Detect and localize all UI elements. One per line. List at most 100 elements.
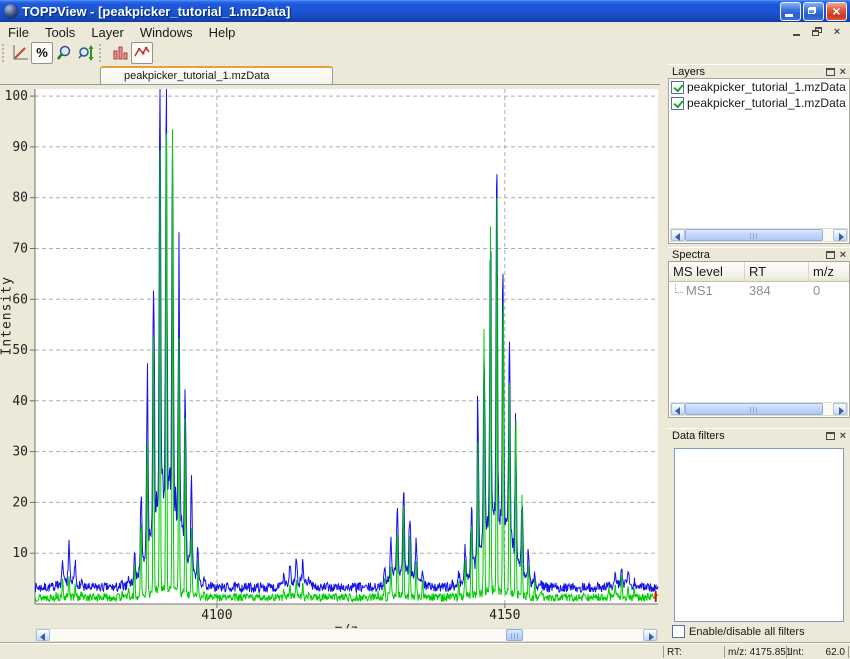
spectra-float-icon[interactable] xyxy=(826,251,835,259)
layers-close-icon[interactable]: × xyxy=(840,67,846,77)
status-int-value: 62.0 xyxy=(826,647,845,658)
scrollbar-grip xyxy=(511,633,519,639)
arrow-right-icon xyxy=(839,233,844,241)
status-mz: m/z: 4175.851 xyxy=(724,646,786,658)
mdi-restore-icon xyxy=(812,27,822,36)
percentage-mode-button[interactable]: % xyxy=(31,42,53,64)
menu-windows[interactable]: Windows xyxy=(132,23,201,42)
show-peaks-button[interactable] xyxy=(109,42,131,64)
spectra-table-header: MS level RT m/z xyxy=(669,262,849,282)
enable-filters-checkbox[interactable] xyxy=(672,625,685,638)
scrollbar-grip xyxy=(750,233,758,239)
scrollbar-grip xyxy=(750,407,758,413)
cell-ms-level: MS1 xyxy=(686,283,713,298)
cell-mz: 0 xyxy=(813,283,820,298)
close-icon: × xyxy=(827,3,846,20)
status-bar: RT: m/z: 4175.851 Int: 62.0 xyxy=(0,643,850,659)
layers-panel-title: Layers xyxy=(672,66,705,78)
svg-text:10: 10 xyxy=(12,546,28,561)
plot-scrollbar-thumb[interactable] xyxy=(506,629,523,641)
layers-panel-body: peakpicker_tutorial_1.mzData peakpicker_… xyxy=(668,78,850,244)
scroll-left-button[interactable] xyxy=(671,229,685,241)
scroll-right-button[interactable] xyxy=(833,229,847,241)
spectra-panel-title: Spectra xyxy=(672,249,710,261)
column-ms-level[interactable]: MS level xyxy=(669,262,745,282)
data-filters-list[interactable] xyxy=(674,448,844,622)
svg-text:4100: 4100 xyxy=(201,608,232,623)
scroll-left-button[interactable] xyxy=(671,403,685,415)
axes-diagonal-line-icon xyxy=(11,44,29,62)
layers-float-icon[interactable] xyxy=(826,68,835,76)
scroll-right-button[interactable] xyxy=(643,629,657,641)
scroll-left-button[interactable] xyxy=(36,629,50,641)
cell-rt: 384 xyxy=(749,283,771,298)
table-row[interactable]: MS1 384 0 xyxy=(669,282,849,298)
close-button[interactable]: × xyxy=(826,2,847,21)
plot-scrollbar-track[interactable] xyxy=(50,629,643,641)
arrow-left-icon xyxy=(675,233,680,241)
mdi-close-button[interactable]: × xyxy=(830,26,844,38)
magnifier-icon xyxy=(55,44,73,62)
status-rt: RT: xyxy=(663,646,724,658)
app-icon xyxy=(4,4,18,18)
svg-text:30: 30 xyxy=(12,445,28,460)
spectra-panel-body: MS level RT m/z MS1 384 0 xyxy=(668,261,850,418)
status-mz-value: m/z: 4175.851 xyxy=(728,647,791,658)
minimize-button[interactable] xyxy=(780,2,801,21)
svg-text:%: % xyxy=(36,45,48,60)
spectra-scrollbar-thumb[interactable] xyxy=(685,403,823,415)
svg-text:50: 50 xyxy=(12,343,28,358)
check-icon xyxy=(673,97,683,108)
svg-text:100: 100 xyxy=(5,89,28,104)
mdi-close-icon: × xyxy=(830,26,844,38)
show-raw-data-button[interactable] xyxy=(131,42,153,64)
spectra-close-icon[interactable]: × xyxy=(840,250,846,260)
menu-layer[interactable]: Layer xyxy=(83,23,132,42)
reset-zoom-button[interactable] xyxy=(9,42,31,64)
layers-scrollbar-thumb[interactable] xyxy=(685,229,823,241)
data-filters-float-icon[interactable] xyxy=(826,432,835,440)
layer-item[interactable]: peakpicker_tutorial_1.mzData (Bas xyxy=(669,95,849,111)
plot-horizontal-scrollbar[interactable] xyxy=(35,628,658,642)
minimize-icon xyxy=(785,14,793,17)
data-filters-close-icon[interactable]: × xyxy=(840,431,846,441)
layer-checkbox[interactable] xyxy=(671,97,684,110)
dock-panels: Layers × peakpicker_tutorial_1.mzData pe… xyxy=(668,64,850,643)
restore-icon xyxy=(808,7,816,14)
menu-tools[interactable]: Tools xyxy=(37,23,83,42)
svg-text:40: 40 xyxy=(12,394,28,409)
zoom-stack-button[interactable] xyxy=(75,42,97,64)
spectra-panel-titlebar: Spectra × xyxy=(668,247,850,261)
bar-chart-icon xyxy=(111,44,129,62)
enable-filters-row: Enable/disable all filters xyxy=(672,625,805,638)
scroll-right-button[interactable] xyxy=(833,403,847,415)
layer-checkbox[interactable] xyxy=(671,81,684,94)
layer-item[interactable]: peakpicker_tutorial_1.mzData xyxy=(669,79,849,95)
tab-peakpicker-tutorial[interactable]: peakpicker_tutorial_1.mzData xyxy=(100,66,333,84)
layers-horizontal-scrollbar[interactable] xyxy=(670,228,848,242)
svg-text:20: 20 xyxy=(12,495,28,510)
status-rt-label: RT: xyxy=(667,647,682,658)
column-rt[interactable]: RT xyxy=(745,262,809,282)
menu-help[interactable]: Help xyxy=(201,23,244,42)
mdi-restore-button[interactable] xyxy=(810,26,824,38)
document-tab-bar: peakpicker_tutorial_1.mzData xyxy=(0,64,660,84)
spectra-horizontal-scrollbar[interactable] xyxy=(670,402,848,416)
zoom-tool-button[interactable] xyxy=(53,42,75,64)
check-icon xyxy=(673,81,683,92)
title-bar[interactable]: TOPPView - [peakpicker_tutorial_1.mzData… xyxy=(0,0,850,22)
arrow-right-icon xyxy=(839,407,844,415)
spectrum-canvas[interactable]: 10203040506070809010041004150m/z xyxy=(0,85,660,644)
mdi-minimize-icon xyxy=(793,34,800,36)
layers-panel-titlebar: Layers × xyxy=(668,64,850,78)
column-mz[interactable]: m/z xyxy=(809,262,849,282)
arrow-right-icon xyxy=(649,633,654,641)
spectra-scrollbar-track[interactable] xyxy=(685,403,833,415)
menu-file[interactable]: File xyxy=(0,23,37,42)
data-filters-panel-titlebar: Data filters × xyxy=(668,428,850,442)
restore-button[interactable] xyxy=(803,2,824,21)
percent-icon: % xyxy=(33,44,51,62)
layers-scrollbar-track[interactable] xyxy=(685,229,833,241)
mdi-minimize-button[interactable] xyxy=(790,26,804,38)
toolbar-drag-handle[interactable] xyxy=(2,44,7,62)
